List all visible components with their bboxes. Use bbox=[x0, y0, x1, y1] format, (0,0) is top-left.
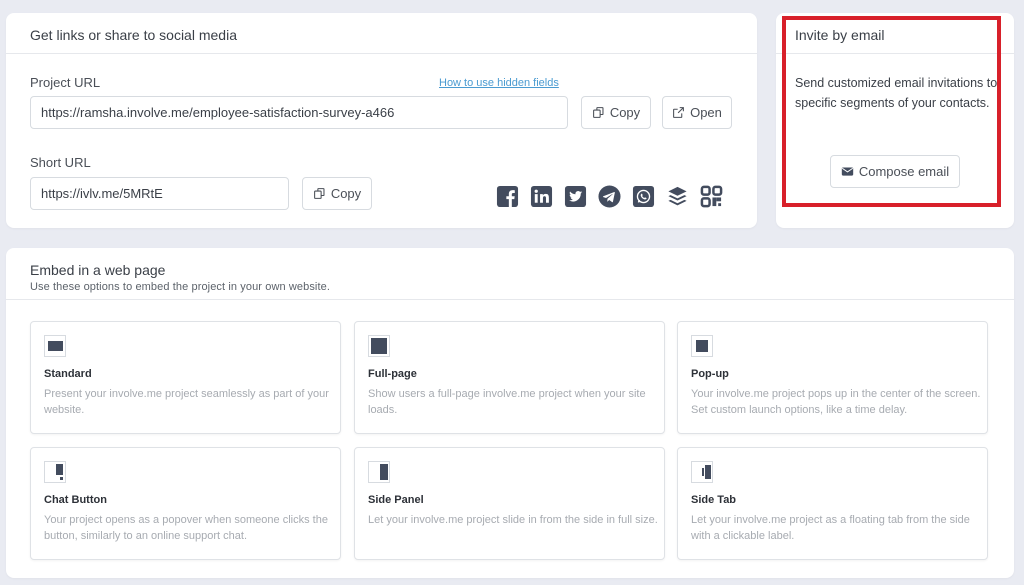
pop-up-embed-icon bbox=[691, 335, 713, 357]
external-link-icon bbox=[673, 107, 684, 118]
standard-embed-icon bbox=[44, 335, 66, 357]
open-project-url-button[interactable]: Open bbox=[662, 96, 732, 129]
short-url-label: Short URL bbox=[30, 155, 91, 170]
embed-card-subtitle: Use these options to embed the project i… bbox=[30, 281, 331, 293]
option-title: Full-page bbox=[368, 368, 417, 380]
buffer-icon[interactable] bbox=[666, 185, 689, 208]
embed-card-header: Embed in a web page Use these options to… bbox=[6, 248, 1014, 300]
option-description: Present your involve.me project seamless… bbox=[44, 388, 329, 416]
hidden-fields-link[interactable]: How to use hidden fields bbox=[439, 77, 559, 89]
embed-option-chat-button[interactable]: Chat Button Your project opens as a popo… bbox=[30, 447, 341, 560]
envelope-icon bbox=[841, 167, 854, 176]
embed-option-side-tab[interactable]: Side Tab Let your involve.me project as … bbox=[677, 447, 988, 560]
option-description: Let your involve.me project as a floatin… bbox=[691, 514, 970, 542]
social-share-icons bbox=[496, 185, 723, 208]
copy-icon bbox=[313, 188, 325, 199]
embed-option-full-page[interactable]: Full-page Show users a full-page involve… bbox=[354, 321, 665, 434]
copy-project-url-button[interactable]: Copy bbox=[581, 96, 651, 129]
side-panel-embed-icon bbox=[368, 461, 390, 483]
invite-description: Send customized email invitations to spe… bbox=[795, 76, 998, 110]
option-description: Show users a full-page involve.me projec… bbox=[368, 388, 646, 416]
embed-option-side-panel[interactable]: Side Panel Let your involve.me project s… bbox=[354, 447, 665, 560]
option-description: Let your involve.me project slide in fro… bbox=[368, 514, 658, 526]
compose-email-button[interactable]: Compose email bbox=[830, 155, 960, 188]
copy-icon bbox=[592, 107, 604, 118]
compose-email-label: Compose email bbox=[858, 164, 950, 179]
option-title: Pop-up bbox=[691, 368, 729, 380]
share-card-header: Get links or share to social media bbox=[6, 13, 757, 54]
option-title: Side Tab bbox=[691, 494, 737, 506]
share-card-title: Get links or share to social media bbox=[30, 27, 237, 43]
invite-card-title: Invite by email bbox=[795, 27, 885, 43]
option-description: Your involve.me project pops up in the c… bbox=[691, 388, 981, 416]
qr-code-icon[interactable] bbox=[700, 185, 723, 208]
twitter-icon[interactable] bbox=[564, 185, 587, 208]
telegram-icon[interactable] bbox=[598, 185, 621, 208]
invite-by-email-card: Invite by email Send customized email in… bbox=[776, 13, 1014, 228]
share-card: Get links or share to social media Proje… bbox=[6, 13, 757, 228]
embed-card: Embed in a web page Use these options to… bbox=[6, 248, 1014, 578]
open-label: Open bbox=[690, 105, 722, 120]
copy-label: Copy bbox=[609, 105, 641, 120]
embed-option-pop-up[interactable]: Pop-up Your involve.me project pops up i… bbox=[677, 321, 988, 434]
embed-card-title: Embed in a web page bbox=[30, 262, 166, 278]
embed-option-standard[interactable]: Standard Present your involve.me project… bbox=[30, 321, 341, 434]
option-title: Chat Button bbox=[44, 494, 107, 506]
option-description: Your project opens as a popover when som… bbox=[44, 514, 328, 542]
copy-label: Copy bbox=[330, 186, 362, 201]
full-page-embed-icon bbox=[368, 335, 390, 357]
invite-card-header: Invite by email bbox=[776, 13, 1014, 54]
side-tab-embed-icon bbox=[691, 461, 713, 483]
short-url-input[interactable]: https://ivlv.me/5MRtE bbox=[30, 177, 289, 210]
chat-button-embed-icon bbox=[44, 461, 66, 483]
facebook-icon[interactable] bbox=[496, 185, 519, 208]
whatsapp-icon[interactable] bbox=[632, 185, 655, 208]
option-title: Side Panel bbox=[368, 494, 424, 506]
linkedin-icon[interactable] bbox=[530, 185, 553, 208]
project-url-label: Project URL bbox=[30, 75, 101, 90]
project-url-input[interactable]: https://ramsha.involve.me/employee-satis… bbox=[30, 96, 568, 129]
option-title: Standard bbox=[44, 368, 92, 380]
copy-short-url-button[interactable]: Copy bbox=[302, 177, 372, 210]
